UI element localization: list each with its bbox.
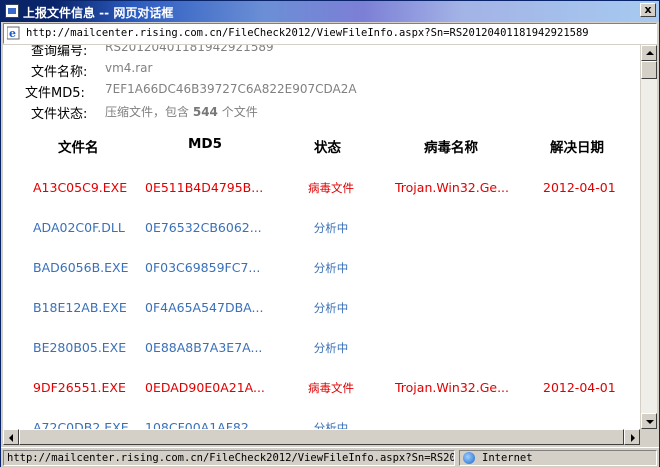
scrollbar-corner	[641, 429, 657, 445]
horizontal-scrollbar[interactable]	[3, 429, 640, 445]
horizontal-scroll-thumb[interactable]	[19, 429, 624, 445]
file-name-label: 文件名称:	[31, 65, 88, 80]
cell-name[interactable]: BE280B05.EXE	[33, 340, 126, 355]
cell-name[interactable]: A72C0DB2.EXE	[33, 420, 129, 429]
arrow-left-icon	[9, 434, 13, 442]
arrow-right-icon	[631, 434, 635, 442]
cell-date: 2012-04-01	[543, 380, 616, 395]
header-resolve-date: 解决日期	[550, 140, 604, 156]
internet-explorer-icon: e	[7, 26, 20, 40]
cell-name[interactable]: ADA02C0F.DLL	[33, 220, 125, 235]
file-status-suffix: 个文件	[221, 105, 258, 119]
cell-status: 病毒文件	[308, 181, 354, 195]
zone-label: Internet	[482, 452, 533, 464]
cell-name[interactable]: 9DF26551.EXE	[33, 380, 126, 395]
close-button[interactable]: x	[640, 3, 656, 17]
file-status-prefix: 压缩文件，包含	[105, 105, 190, 119]
file-md5-label: 文件MD5:	[25, 86, 85, 101]
cell-md5: 0E88A8B7A3E7A...	[145, 340, 263, 355]
cell-md5: 0E511B4D4795B...	[145, 180, 264, 195]
vertical-scrollbar[interactable]	[641, 45, 657, 429]
query-number-label: 查询编号:	[31, 45, 88, 59]
scroll-down-button[interactable]	[641, 413, 657, 429]
file-status-label: 文件状态:	[31, 107, 88, 122]
status-bar: http://mailcenter.rising.com.cn/FileChec…	[1, 447, 659, 468]
window-icon	[5, 4, 19, 18]
header-md5: MD5	[188, 136, 223, 152]
cell-md5: 0F4A65A547DBA...	[145, 300, 264, 315]
header-virus-name: 病毒名称	[424, 140, 478, 156]
file-count: 544	[192, 105, 218, 119]
status-url: http://mailcenter.rising.com.cn/FileChec…	[3, 450, 455, 466]
cell-status: 分析中	[313, 421, 349, 429]
cell-virus: Trojan.Win32.Ge...	[395, 180, 509, 195]
scroll-right-button[interactable]	[624, 429, 640, 445]
window-title: 上报文件信息 -- 网页对话框	[23, 6, 174, 20]
cell-status: 分析中	[313, 261, 349, 275]
cell-md5: 0EDAD90E0A21A...	[145, 380, 265, 395]
scroll-up-button[interactable]	[641, 45, 657, 61]
title-bar[interactable]: 上报文件信息 -- 网页对话框 x	[1, 1, 659, 22]
cell-status: 分析中	[313, 221, 349, 235]
cell-name[interactable]: A13C05C9.EXE	[33, 180, 127, 195]
globe-icon	[463, 452, 475, 464]
file-md5-value: 7EF1A66DC46B39727C6A822E907CDA2A	[105, 82, 357, 96]
cell-status: 病毒文件	[308, 381, 354, 395]
arrow-up-icon	[646, 51, 654, 55]
address-bar[interactable]: e http://mailcenter.rising.com.cn/FileCh…	[3, 23, 657, 44]
cell-status: 分析中	[313, 301, 349, 315]
cell-name[interactable]: BAD6056B.EXE	[33, 260, 128, 275]
header-file-name: 文件名	[58, 140, 99, 156]
arrow-down-icon	[646, 420, 654, 424]
cell-md5: 0E76532CB6062...	[145, 220, 262, 235]
header-status: 状态	[314, 140, 341, 156]
vertical-scroll-thumb[interactable]	[641, 61, 657, 79]
file-status-value: 压缩文件，包含 544 个文件	[105, 103, 258, 120]
cell-status: 分析中	[313, 341, 349, 355]
page-content: 查询编号: RS20120401181942921589 文件名称: vm4.r…	[3, 45, 640, 429]
cell-date: 2012-04-01	[543, 180, 616, 195]
address-url: http://mailcenter.rising.com.cn/FileChec…	[26, 27, 589, 39]
cell-virus: Trojan.Win32.Ge...	[395, 380, 509, 395]
svg-text:e: e	[9, 27, 16, 40]
cell-name[interactable]: B18E12AB.EXE	[33, 300, 127, 315]
cell-md5: 0F03C69859FC7...	[145, 260, 261, 275]
cell-md5: 108CF00A1AF82...	[145, 420, 261, 429]
file-name-value: vm4.rar	[105, 61, 153, 75]
security-zone[interactable]: Internet	[459, 450, 657, 466]
query-number-value: RS20120401181942921589	[105, 45, 274, 54]
dialog-window: 上报文件信息 -- 网页对话框 x e http://mailcenter.ri…	[0, 0, 660, 468]
scroll-left-button[interactable]	[3, 429, 19, 445]
